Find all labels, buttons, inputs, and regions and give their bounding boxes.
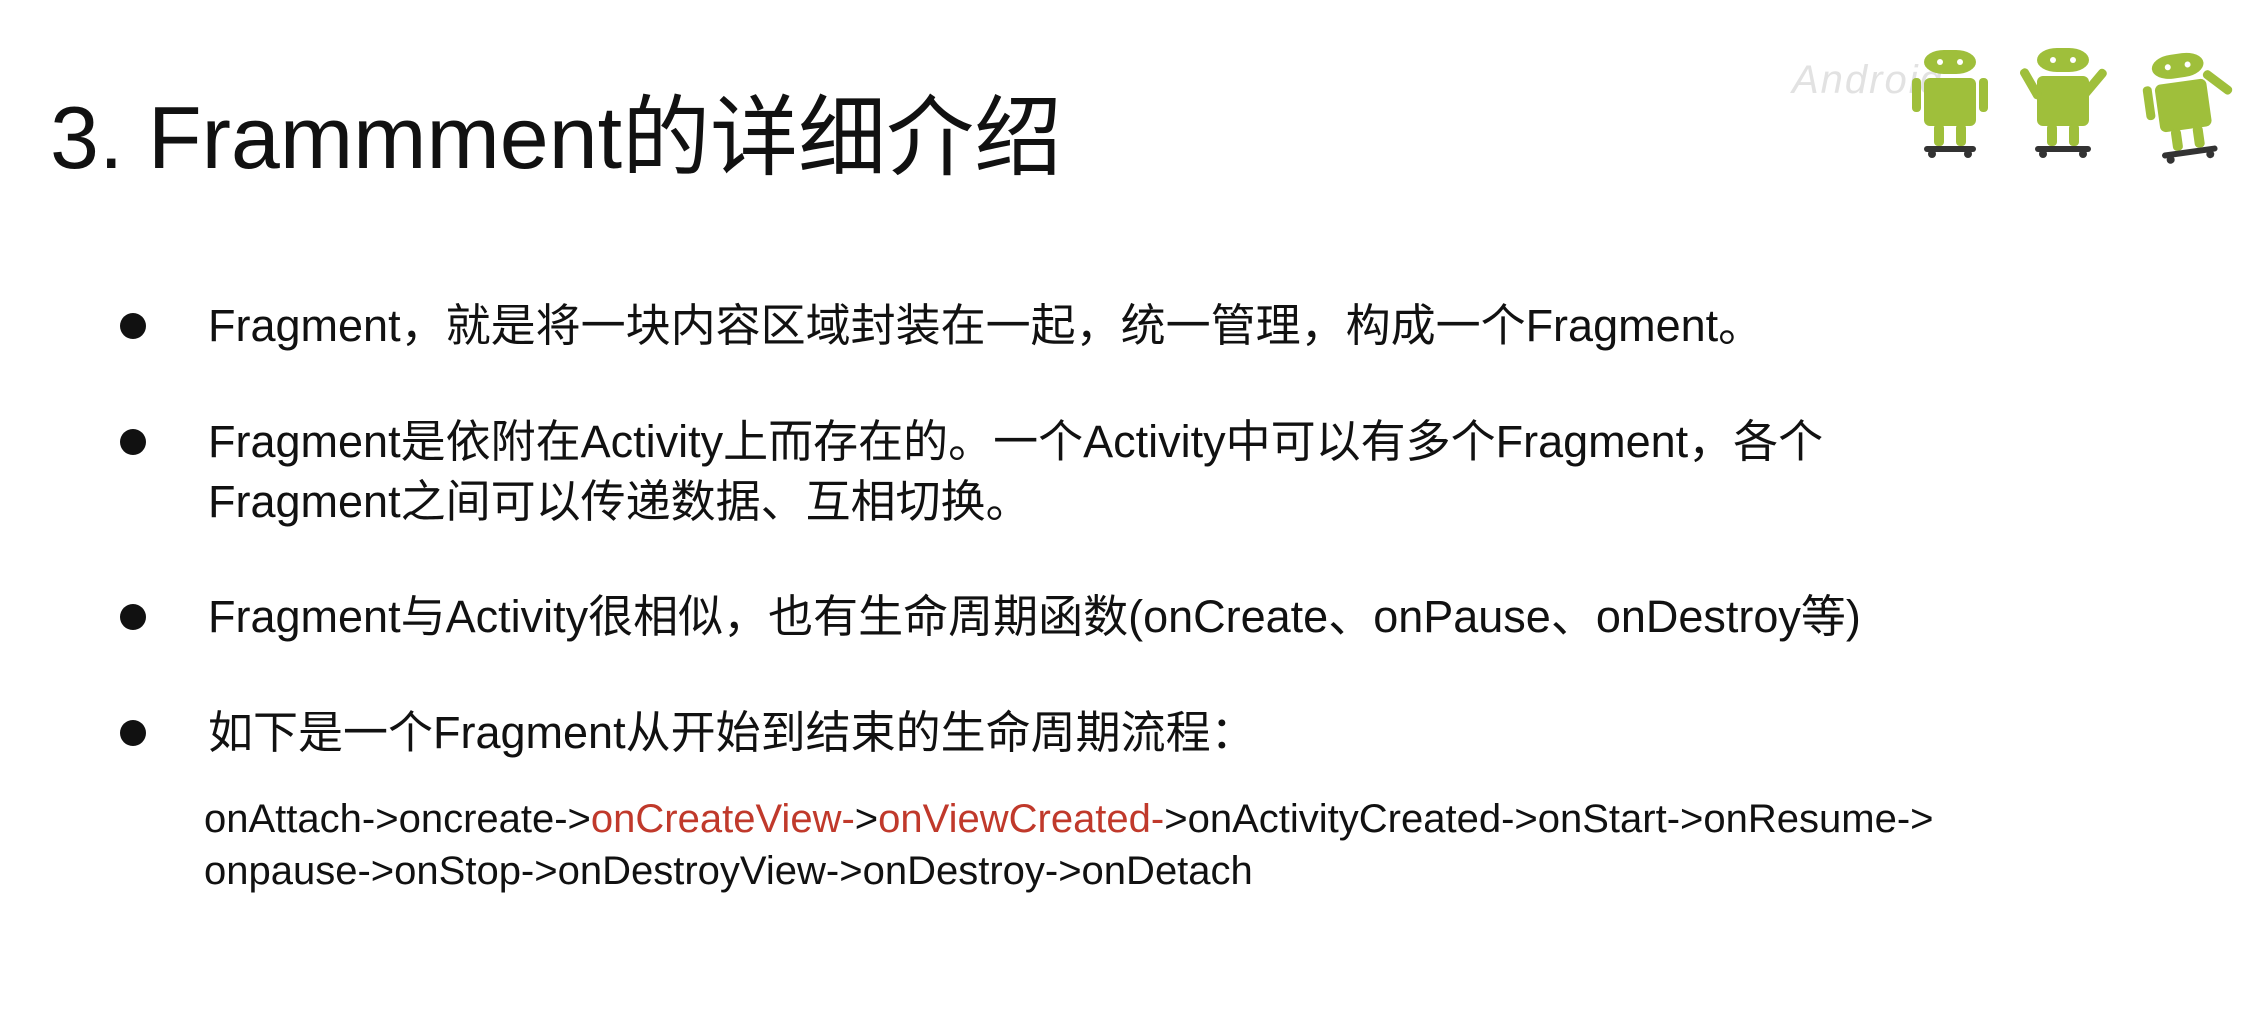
lifecycle-line-1: onAttach->oncreate->onCreateView->onView… [204, 793, 1934, 845]
lifecycle-segment: >onActivityCreated->onStart->onResume-> [1164, 797, 1934, 841]
bullet-line: Fragment是依附在Activity上而存在的。一个Activity中可以有… [208, 416, 1824, 467]
bullet-text: Fragment，就是将一块内容区域封装在一起，统一管理，构成一个Fragmen… [208, 296, 1763, 356]
bullet-dot [120, 720, 146, 746]
lifecycle-segment-highlight: onViewCreated- [878, 797, 1165, 841]
bullet-dot [120, 429, 146, 455]
lifecycle-segment: > [854, 797, 879, 841]
lifecycle-line-2: onpause->onStop->onDestroyView->onDestro… [204, 849, 1253, 893]
lifecycle-flow: onAttach->oncreate->onCreateView->onView… [204, 793, 1934, 897]
bullet-line: Fragment与Activity很相似，也有生命周期函数(onCreate、o… [208, 591, 1861, 642]
lifecycle-segment: onAttach->oncreate-> [204, 797, 591, 841]
android-logo: Android [1780, 20, 2246, 170]
android-robots-icon [1912, 48, 2233, 164]
bullet-dot [120, 604, 146, 630]
bullet-line: Fragment，就是将一块内容区域封装在一起，统一管理，构成一个Fragmen… [208, 300, 1764, 351]
bullet-line: Fragment之间可以传递数据、互相切换。 [208, 476, 1031, 527]
bullet-text: Fragment与Activity很相似，也有生命周期函数(onCreate、o… [208, 587, 1861, 647]
bullet-dot [120, 313, 146, 339]
bullet-line: 如下是一个Fragment从开始到结束的生命周期流程： [208, 707, 1256, 758]
bullet-text: 如下是一个Fragment从开始到结束的生命周期流程： [208, 703, 1256, 763]
lifecycle-segment-highlight: onCreateView- [590, 797, 855, 841]
bullet-text: Fragment是依附在Activity上而存在的。一个Activity中可以有… [208, 412, 1823, 532]
